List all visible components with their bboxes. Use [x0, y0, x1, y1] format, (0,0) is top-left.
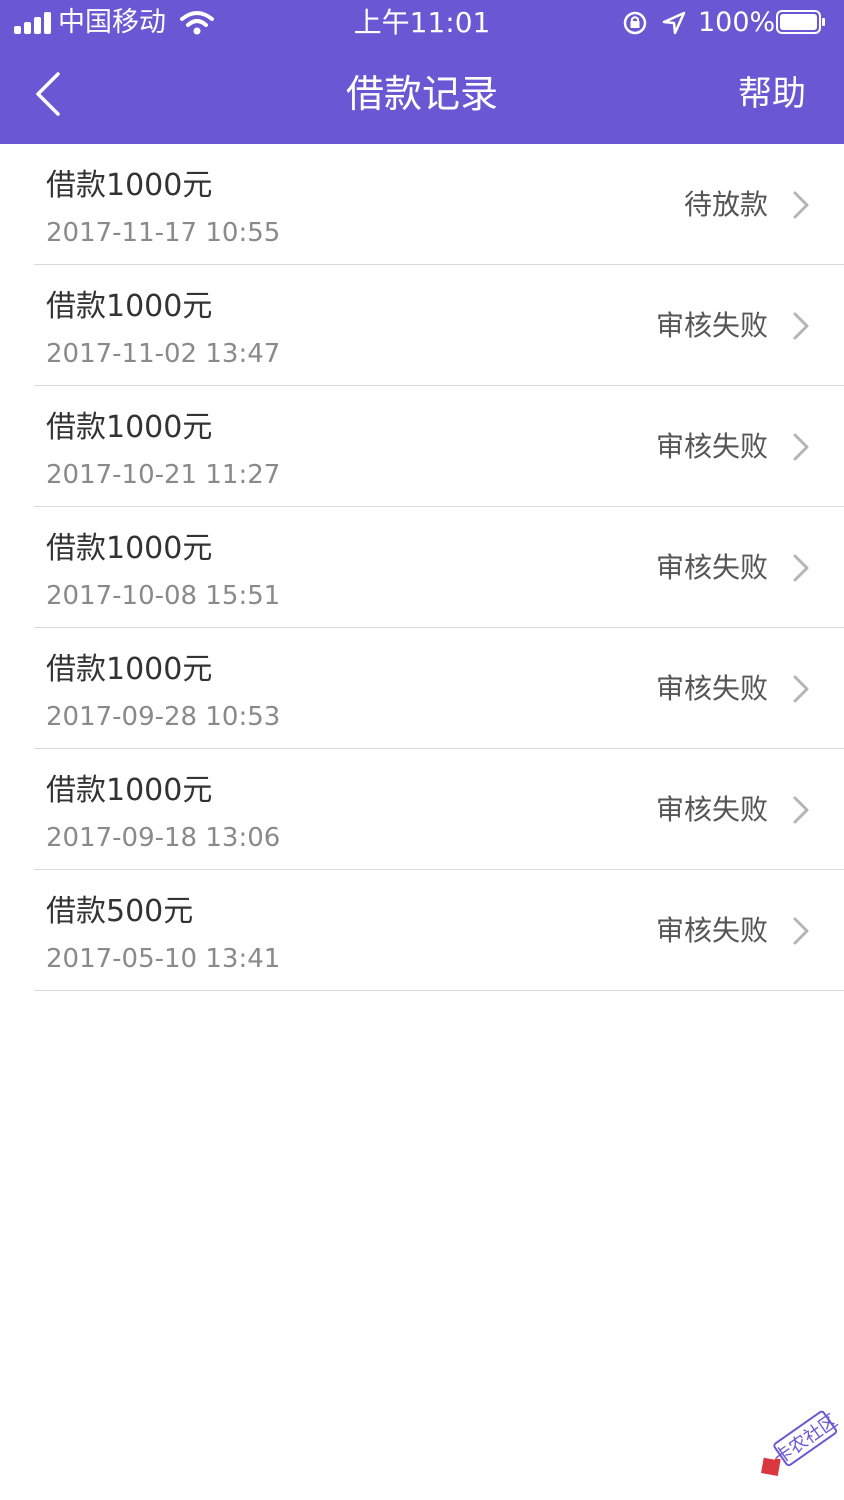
loan-record-date: 2017-05-10 13:41: [46, 944, 281, 974]
loan-record-item[interactable]: 借款1000元 2017-10-21 11:27 审核失败: [0, 386, 844, 507]
chevron-right-icon: [793, 796, 809, 824]
loan-record-item[interactable]: 借款1000元 2017-11-17 10:55 待放款: [0, 144, 844, 265]
loan-record-date: 2017-09-18 13:06: [46, 823, 281, 853]
watermark-logo: 卡农社区: [761, 1410, 842, 1476]
loan-record-item[interactable]: 借款1000元 2017-09-28 10:53 审核失败: [0, 628, 844, 749]
loan-record-date: 2017-10-08 15:51: [46, 581, 281, 611]
status-bar: 中国移动 上午11:01 100%: [0, 0, 844, 48]
loan-record-status: 审核失败: [655, 309, 768, 342]
loan-record-status: 审核失败: [655, 914, 768, 947]
rotation-lock-icon: [623, 11, 647, 35]
chevron-right-icon: [793, 191, 809, 219]
chevron-right-icon: [793, 433, 809, 461]
loan-record-title: 借款1000元: [46, 289, 213, 324]
loan-record-item[interactable]: 借款1000元 2017-11-02 13:47 审核失败: [0, 265, 844, 386]
location-icon: [662, 11, 686, 35]
loan-record-date: 2017-11-17 10:55: [46, 218, 281, 248]
battery-icon: [776, 10, 825, 34]
loan-record-list: 借款1000元 2017-11-17 10:55 待放款 借款1000元 2017-11…: [0, 144, 844, 991]
page-title: 借款记录: [345, 72, 498, 116]
chevron-right-icon: [793, 312, 809, 340]
loan-record-title: 借款1000元: [46, 773, 213, 808]
loan-record-item[interactable]: 借款500元 2017-05-10 13:41 审核失败: [0, 870, 844, 991]
loan-record-status: 审核失败: [655, 430, 768, 463]
loan-record-date: 2017-11-02 13:47: [46, 339, 281, 369]
loan-record-date: 2017-10-21 11:27: [46, 460, 281, 490]
chevron-right-icon: [793, 675, 809, 703]
loan-record-date: 2017-09-28 10:53: [46, 702, 281, 732]
loan-record-item[interactable]: 借款1000元 2017-10-08 15:51 审核失败: [0, 507, 844, 628]
loan-record-status: 待放款: [683, 188, 768, 221]
loan-record-status: 审核失败: [655, 551, 768, 584]
header-bar: 中国移动 上午11:01 100% 借款记录 帮助: [0, 0, 844, 144]
loan-record-title: 借款500元: [46, 894, 194, 929]
loan-record-status: 审核失败: [655, 672, 768, 705]
loan-record-title: 借款1000元: [46, 410, 213, 445]
chevron-right-icon: [793, 917, 809, 945]
loan-record-title: 借款1000元: [46, 168, 213, 203]
chevron-right-icon: [793, 554, 809, 582]
loan-record-item[interactable]: 借款1000元 2017-09-18 13:06 审核失败: [0, 749, 844, 870]
battery-percentage: 100%: [698, 7, 776, 38]
loan-record-title: 借款1000元: [46, 531, 213, 566]
help-button[interactable]: 帮助: [738, 70, 806, 118]
loan-record-title: 借款1000元: [46, 652, 213, 687]
loan-record-status: 审核失败: [655, 793, 768, 826]
